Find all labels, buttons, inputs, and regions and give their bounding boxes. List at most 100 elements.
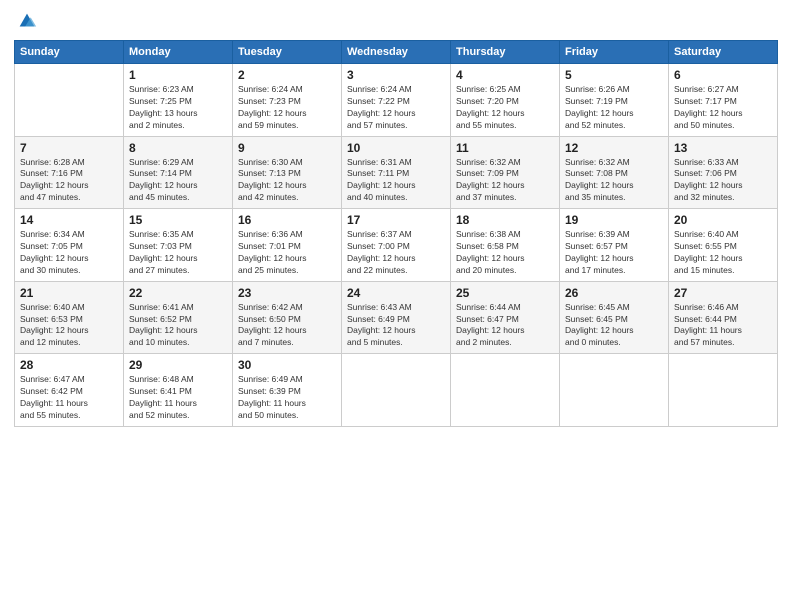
logo xyxy=(14,10,38,32)
weekday-header-sunday: Sunday xyxy=(15,41,124,64)
calendar-cell: 7 Sunrise: 6:28 AMSunset: 7:16 PMDaylight… xyxy=(15,136,124,209)
calendar-cell xyxy=(342,354,451,427)
calendar-cell: 12 Sunrise: 6:32 AMSunset: 7:08 PMDayligh… xyxy=(560,136,669,209)
day-number: 16 xyxy=(238,213,336,227)
day-info: Sunrise: 6:39 AMSunset: 6:57 PMDaylight:… xyxy=(565,229,663,277)
day-info: Sunrise: 6:36 AMSunset: 7:01 PMDaylight:… xyxy=(238,229,336,277)
day-number: 26 xyxy=(565,286,663,300)
day-info: Sunrise: 6:34 AMSunset: 7:05 PMDaylight:… xyxy=(20,229,118,277)
day-number: 30 xyxy=(238,358,336,372)
calendar-cell: 28 Sunrise: 6:47 AMSunset: 6:42 PMDayligh… xyxy=(15,354,124,427)
day-number: 11 xyxy=(456,141,554,155)
calendar-cell: 3Sunrise: 6:24 AMSunset: 7:22 PMDaylight… xyxy=(342,64,451,137)
day-number: 21 xyxy=(20,286,118,300)
day-number: 28 xyxy=(20,358,118,372)
day-info: Sunrise: 6:37 AMSunset: 7:00 PMDaylight:… xyxy=(347,229,445,277)
calendar-cell xyxy=(451,354,560,427)
calendar-cell: 24 Sunrise: 6:43 AMSunset: 6:49 PMDayligh… xyxy=(342,281,451,354)
calendar-cell: 26 Sunrise: 6:45 AMSunset: 6:45 PMDayligh… xyxy=(560,281,669,354)
calendar-cell: 1Sunrise: 6:23 AMSunset: 7:25 PMDaylight… xyxy=(124,64,233,137)
day-info: Sunrise: 6:40 AMSunset: 6:53 PMDaylight:… xyxy=(20,302,118,350)
day-info: Sunrise: 6:28 AMSunset: 7:16 PMDaylight:… xyxy=(20,157,118,205)
calendar-cell: 10 Sunrise: 6:31 AMSunset: 7:11 PMDayligh… xyxy=(342,136,451,209)
calendar-cell: 23 Sunrise: 6:42 AMSunset: 6:50 PMDayligh… xyxy=(233,281,342,354)
day-number: 18 xyxy=(456,213,554,227)
day-info: Sunrise: 6:40 AMSunset: 6:55 PMDaylight:… xyxy=(674,229,772,277)
day-info: Sunrise: 6:32 AMSunset: 7:08 PMDaylight:… xyxy=(565,157,663,205)
day-number: 13 xyxy=(674,141,772,155)
day-number: 17 xyxy=(347,213,445,227)
day-info: Sunrise: 6:29 AMSunset: 7:14 PMDaylight:… xyxy=(129,157,227,205)
calendar-cell: 22 Sunrise: 6:41 AMSunset: 6:52 PMDayligh… xyxy=(124,281,233,354)
calendar-cell: 18Sunrise: 6:38 AMSunset: 6:58 PMDayligh… xyxy=(451,209,560,282)
day-info: Sunrise: 6:24 AMSunset: 7:23 PMDaylight:… xyxy=(238,84,336,132)
calendar-cell xyxy=(669,354,778,427)
day-number: 14 xyxy=(20,213,118,227)
day-number: 12 xyxy=(565,141,663,155)
day-info: Sunrise: 6:43 AMSunset: 6:49 PMDaylight:… xyxy=(347,302,445,350)
calendar-cell: 5 Sunrise: 6:26 AMSunset: 7:19 PMDaylight… xyxy=(560,64,669,137)
calendar-cell xyxy=(560,354,669,427)
day-info: Sunrise: 6:42 AMSunset: 6:50 PMDaylight:… xyxy=(238,302,336,350)
page-header xyxy=(14,10,778,32)
day-info: Sunrise: 6:26 AMSunset: 7:19 PMDaylight:… xyxy=(565,84,663,132)
calendar-cell xyxy=(15,64,124,137)
day-info: Sunrise: 6:33 AMSunset: 7:06 PMDaylight:… xyxy=(674,157,772,205)
day-number: 7 xyxy=(20,141,118,155)
calendar-cell: 11 Sunrise: 6:32 AMSunset: 7:09 PMDayligh… xyxy=(451,136,560,209)
logo-icon xyxy=(16,10,38,32)
weekday-header-thursday: Thursday xyxy=(451,41,560,64)
day-number: 29 xyxy=(129,358,227,372)
calendar-cell: 15 Sunrise: 6:35 AMSunset: 7:03 PMDayligh… xyxy=(124,209,233,282)
day-info: Sunrise: 6:46 AMSunset: 6:44 PMDaylight:… xyxy=(674,302,772,350)
day-number: 4 xyxy=(456,68,554,82)
day-info: Sunrise: 6:48 AMSunset: 6:41 PMDaylight:… xyxy=(129,374,227,422)
weekday-header-monday: Monday xyxy=(124,41,233,64)
calendar-cell: 17 Sunrise: 6:37 AMSunset: 7:00 PMDayligh… xyxy=(342,209,451,282)
weekday-header-friday: Friday xyxy=(560,41,669,64)
day-number: 15 xyxy=(129,213,227,227)
day-number: 8 xyxy=(129,141,227,155)
day-info: Sunrise: 6:25 AMSunset: 7:20 PMDaylight:… xyxy=(456,84,554,132)
day-number: 23 xyxy=(238,286,336,300)
calendar-cell: 21 Sunrise: 6:40 AMSunset: 6:53 PMDayligh… xyxy=(15,281,124,354)
day-info: Sunrise: 6:47 AMSunset: 6:42 PMDaylight:… xyxy=(20,374,118,422)
day-info: Sunrise: 6:27 AMSunset: 7:17 PMDaylight:… xyxy=(674,84,772,132)
calendar-cell: 14 Sunrise: 6:34 AMSunset: 7:05 PMDayligh… xyxy=(15,209,124,282)
day-number: 19 xyxy=(565,213,663,227)
weekday-header-saturday: Saturday xyxy=(669,41,778,64)
day-info: Sunrise: 6:45 AMSunset: 6:45 PMDaylight:… xyxy=(565,302,663,350)
calendar-cell: 16 Sunrise: 6:36 AMSunset: 7:01 PMDayligh… xyxy=(233,209,342,282)
calendar-cell: 13 Sunrise: 6:33 AMSunset: 7:06 PMDayligh… xyxy=(669,136,778,209)
day-number: 10 xyxy=(347,141,445,155)
day-info: Sunrise: 6:41 AMSunset: 6:52 PMDaylight:… xyxy=(129,302,227,350)
weekday-header-wednesday: Wednesday xyxy=(342,41,451,64)
calendar-table: SundayMondayTuesdayWednesdayThursdayFrid… xyxy=(14,40,778,427)
day-number: 2 xyxy=(238,68,336,82)
day-info: Sunrise: 6:32 AMSunset: 7:09 PMDaylight:… xyxy=(456,157,554,205)
calendar-cell: 2 Sunrise: 6:24 AMSunset: 7:23 PMDaylight… xyxy=(233,64,342,137)
day-number: 5 xyxy=(565,68,663,82)
calendar-cell: 4 Sunrise: 6:25 AMSunset: 7:20 PMDaylight… xyxy=(451,64,560,137)
day-info: Sunrise: 6:49 AMSunset: 6:39 PMDaylight:… xyxy=(238,374,336,422)
calendar-cell: 20Sunrise: 6:40 AMSunset: 6:55 PMDayligh… xyxy=(669,209,778,282)
day-number: 27 xyxy=(674,286,772,300)
calendar-cell: 30 Sunrise: 6:49 AMSunset: 6:39 PMDayligh… xyxy=(233,354,342,427)
weekday-header-tuesday: Tuesday xyxy=(233,41,342,64)
day-number: 24 xyxy=(347,286,445,300)
day-info: Sunrise: 6:44 AMSunset: 6:47 PMDaylight:… xyxy=(456,302,554,350)
day-number: 25 xyxy=(456,286,554,300)
day-info: Sunrise: 6:24 AMSunset: 7:22 PMDaylight:… xyxy=(347,84,445,132)
day-number: 22 xyxy=(129,286,227,300)
day-info: Sunrise: 6:35 AMSunset: 7:03 PMDaylight:… xyxy=(129,229,227,277)
day-info: Sunrise: 6:23 AMSunset: 7:25 PMDaylight:… xyxy=(129,84,227,132)
calendar-cell: 27 Sunrise: 6:46 AMSunset: 6:44 PMDayligh… xyxy=(669,281,778,354)
calendar-cell: 25 Sunrise: 6:44 AMSunset: 6:47 PMDayligh… xyxy=(451,281,560,354)
calendar-cell: 19 Sunrise: 6:39 AMSunset: 6:57 PMDayligh… xyxy=(560,209,669,282)
day-info: Sunrise: 6:31 AMSunset: 7:11 PMDaylight:… xyxy=(347,157,445,205)
calendar-cell: 9Sunrise: 6:30 AMSunset: 7:13 PMDaylight… xyxy=(233,136,342,209)
day-number: 9 xyxy=(238,141,336,155)
calendar-cell: 8 Sunrise: 6:29 AMSunset: 7:14 PMDaylight… xyxy=(124,136,233,209)
day-number: 6 xyxy=(674,68,772,82)
calendar-cell: 6 Sunrise: 6:27 AMSunset: 7:17 PMDaylight… xyxy=(669,64,778,137)
